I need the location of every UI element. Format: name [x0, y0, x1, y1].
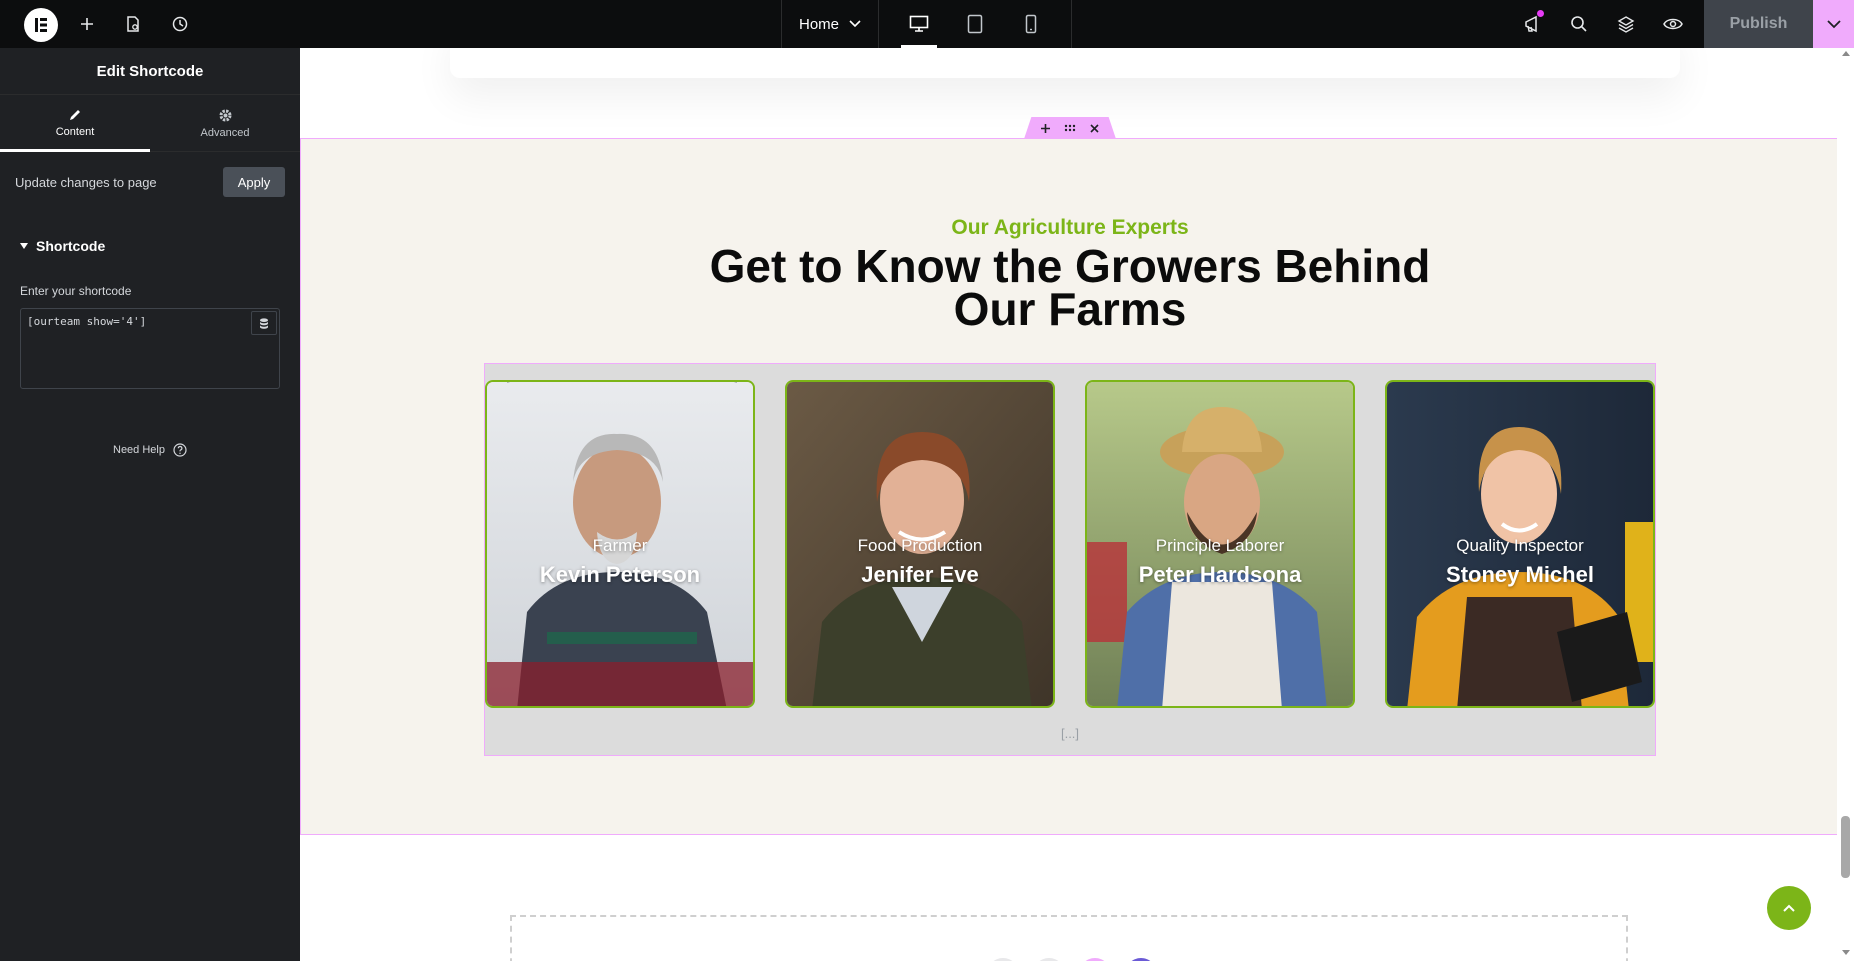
section-heading: Get to Know the Growers Behind Our Farms — [709, 240, 1431, 335]
shortcode-ellipsis: [...] — [1060, 726, 1080, 741]
previous-section-edge — [450, 48, 1680, 78]
team-card[interactable]: Principle Laborer Peter Hardsona — [1085, 380, 1355, 708]
team-member-role: Farmer — [592, 536, 648, 555]
add-section-dropzone[interactable] — [510, 915, 1628, 961]
history-icon[interactable] — [160, 0, 200, 48]
tab-advanced-label: Advanced — [200, 126, 250, 139]
team-member-name: Jenifer Eve — [861, 562, 979, 587]
top-bar-center: Home — [781, 0, 1072, 48]
tab-advanced[interactable]: Advanced — [150, 95, 300, 151]
preview-eye-icon[interactable] — [1653, 0, 1693, 48]
add-section-icon[interactable] — [1041, 123, 1050, 133]
chevron-up-icon — [1783, 904, 1795, 912]
close-icon[interactable] — [1090, 123, 1099, 133]
need-help-link[interactable]: Need Help — [0, 443, 300, 457]
team-card[interactable]: Farmer Kevin Peterson — [485, 380, 755, 708]
page-selector[interactable]: Home — [782, 0, 879, 48]
shortcode-field-label: Enter your shortcode — [20, 284, 132, 298]
chevron-down-icon — [1826, 19, 1841, 28]
update-row: Update changes to page Apply — [0, 152, 300, 212]
scroll-to-top-button[interactable] — [1767, 886, 1811, 930]
team-member-name: Peter Hardsona — [1138, 562, 1302, 587]
team-member-name: Kevin Peterson — [539, 562, 701, 587]
scroll-down-arrow[interactable] — [1842, 950, 1850, 955]
shortcode-section-toggle[interactable]: Shortcode — [0, 226, 300, 266]
mobile-view-icon[interactable] — [1003, 0, 1059, 48]
team-member-role: Quality Inspector — [1456, 536, 1584, 555]
page-selector-label: Home — [798, 15, 839, 33]
search-icon[interactable] — [1559, 0, 1599, 48]
device-switcher — [879, 0, 1071, 48]
update-text: Update changes to page — [15, 174, 157, 190]
section-title: Shortcode — [36, 238, 106, 254]
drag-handle-icon[interactable] — [1064, 124, 1076, 132]
shortcode-input[interactable]: [ourteam show='4'] — [20, 308, 280, 389]
help-circle-icon — [173, 443, 187, 457]
page-canvas: Our Agriculture Experts Get to Know the … — [300, 48, 1837, 961]
section-subtitle: Our Agriculture Experts — [951, 216, 1189, 239]
elementor-logo-icon[interactable] — [24, 8, 58, 42]
caret-down-icon — [20, 243, 28, 249]
gear-icon — [219, 109, 231, 121]
section-handle[interactable] — [1024, 117, 1116, 139]
page-settings-icon[interactable] — [113, 0, 153, 48]
need-help-label: Need Help — [113, 444, 165, 456]
team-member-name: Stoney Michel — [1446, 562, 1594, 587]
editor-panel: Edit Shortcode Content Advanced Update c… — [0, 48, 300, 961]
team-section[interactable]: Our Agriculture Experts Get to Know the … — [300, 138, 1837, 835]
apply-button[interactable]: Apply — [223, 167, 285, 197]
chevron-down-icon — [849, 20, 861, 28]
team-member-role: Principle Laborer — [1155, 536, 1285, 555]
team-card[interactable]: Food Production Jenifer Eve — [785, 380, 1055, 708]
panel-tabs: Content Advanced — [0, 95, 300, 152]
pencil-icon — [70, 110, 80, 120]
top-bar: Home Publish — [0, 0, 1854, 48]
scrollbar-thumb[interactable] — [1841, 816, 1850, 878]
tab-content[interactable]: Content — [0, 95, 150, 152]
desktop-view-icon[interactable] — [891, 0, 947, 48]
panel-title: Edit Shortcode — [0, 48, 300, 95]
shortcode-widget[interactable]: Farmer Kevin Peterson Food Production Je… — [484, 363, 1656, 756]
tablet-view-icon[interactable] — [947, 0, 1003, 48]
publish-button[interactable]: Publish — [1704, 0, 1813, 48]
whats-new-icon[interactable] — [1513, 0, 1553, 48]
notification-dot — [1537, 10, 1544, 17]
tab-content-label: Content — [55, 126, 95, 138]
layers-icon[interactable] — [1606, 0, 1646, 48]
publish-options-button[interactable] — [1813, 0, 1854, 48]
scroll-up-arrow[interactable] — [1842, 51, 1850, 56]
canvas-scrollbar[interactable] — [1837, 48, 1854, 961]
shortcode-input-value: [ourteam show='4'] — [27, 315, 147, 328]
dynamic-tags-icon[interactable] — [251, 311, 277, 335]
add-element-icon[interactable] — [67, 0, 107, 48]
team-card[interactable]: Quality Inspector Stoney Michel — [1385, 380, 1655, 708]
team-member-role: Food Production — [857, 536, 983, 555]
